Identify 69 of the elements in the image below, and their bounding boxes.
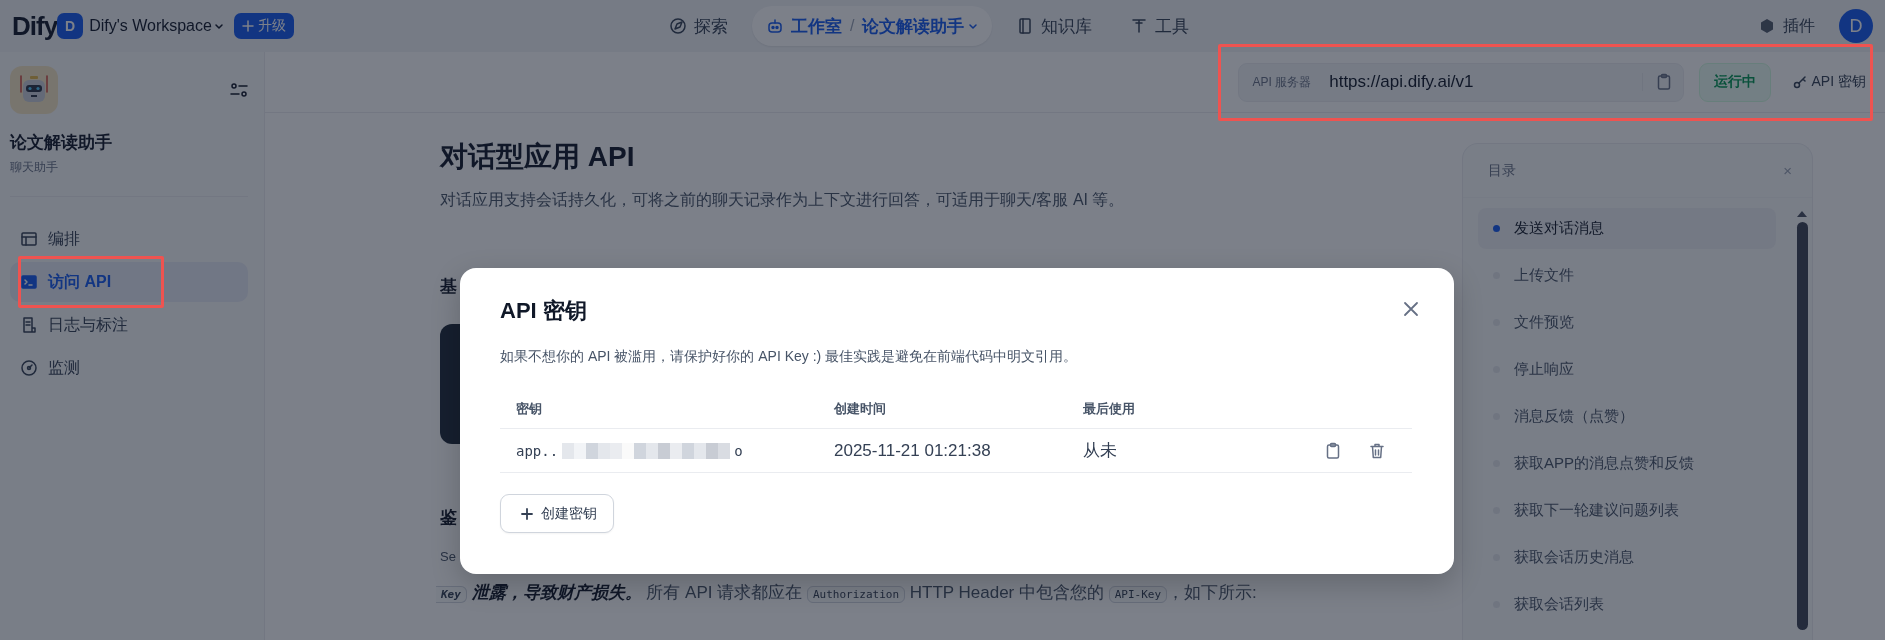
- status-badge: 运行中: [1698, 62, 1771, 102]
- toc-item[interactable]: 获取会话列表: [1478, 584, 1776, 625]
- sidebar-item[interactable]: 监测: [10, 348, 248, 388]
- document-icon: [20, 316, 38, 334]
- column-header: 最后使用: [1067, 386, 1412, 429]
- logo: Dify: [12, 10, 58, 42]
- settings-icon[interactable]: [230, 82, 248, 98]
- modal-description: 如果不想你的 API 被滥用，请保护好你的 API Key :) 最佳实践是避免在前端代码中明文引用。: [500, 348, 1079, 366]
- close-button[interactable]: [1402, 300, 1420, 318]
- field-value: https://api.dify.ai/v1: [1329, 72, 1475, 92]
- toc-item[interactable]: 文件预览: [1478, 302, 1776, 343]
- breadcrumb-separator: /: [850, 17, 855, 35]
- workspace-switcher[interactable]: Dify's Workspace: [89, 17, 224, 35]
- sidebar-item[interactable]: 访问 API: [10, 262, 248, 302]
- copy-icon[interactable]: [1324, 441, 1342, 460]
- robot-avatar-icon: [10, 66, 58, 114]
- toc-item[interactable]: 获取会话历史消息: [1478, 537, 1776, 578]
- toc-title: 目录: [1488, 161, 1516, 180]
- create-key-button[interactable]: 创建密钥: [500, 494, 614, 533]
- page-title: 对话型应用 API: [440, 140, 636, 174]
- upgrade-button[interactable]: 升级: [233, 13, 294, 39]
- key-text: app..: [516, 442, 559, 459]
- plus-icon: [521, 507, 533, 520]
- layout-icon: [20, 230, 38, 248]
- nav-tab[interactable]: 工具: [1116, 6, 1204, 46]
- terminal-icon: [20, 273, 38, 291]
- app-name: 论文解读助手: [10, 132, 113, 154]
- api-server-field[interactable]: API 服务器 https://api.dify.ai/v1: [1237, 62, 1684, 102]
- api-key-button[interactable]: API 密钥: [1792, 73, 1866, 91]
- scrollbar-thumb[interactable]: [1796, 222, 1808, 630]
- toc-item[interactable]: 发送对话消息: [1478, 208, 1776, 249]
- close-icon: [1402, 300, 1420, 318]
- toc-item[interactable]: 停止响应: [1478, 349, 1776, 390]
- plugins-button[interactable]: 插件: [1753, 14, 1821, 38]
- key-text: o: [734, 442, 743, 459]
- toc-item[interactable]: 获取下一轮建议问题列表: [1478, 490, 1776, 531]
- key-icon: [1792, 75, 1807, 89]
- trash-icon[interactable]: [1368, 441, 1386, 460]
- cube-icon: [1759, 18, 1775, 34]
- gauge-icon: [20, 359, 38, 377]
- section-heading: 鉴: [440, 507, 458, 529]
- toc-item[interactable]: 消息反馈（点赞）: [1478, 396, 1776, 437]
- paragraph: Key 泄露，导致财产损失。 所有 API 请求都应在 Authorization HTTP Header 中包含您的 API-Key ，如下所示:: [436, 581, 1462, 604]
- compass-icon: [669, 17, 687, 35]
- caret-icon: [968, 21, 979, 31]
- app-type: 聊天助手: [10, 159, 59, 176]
- table-cell: 从未: [1067, 429, 1324, 473]
- app-breadcrumb[interactable]: 论文解读助手: [862, 14, 979, 38]
- caret-icon: [213, 21, 224, 31]
- nav-tab[interactable]: 探索: [655, 6, 742, 46]
- scroll-up-icon: [1796, 210, 1808, 218]
- user-avatar[interactable]: D: [1839, 9, 1873, 43]
- paragraph-fragment: Se: [440, 549, 457, 564]
- toc-item[interactable]: 上传文件: [1478, 255, 1776, 296]
- field-label: API 服务器: [1252, 73, 1312, 91]
- robot-icon: [766, 17, 784, 35]
- nav-tab[interactable]: 工作室: [766, 14, 842, 38]
- sidebar-item[interactable]: 日志与标注: [10, 305, 248, 345]
- sidebar-item[interactable]: 编排: [10, 219, 248, 259]
- column-header: 创建时间: [818, 386, 1067, 429]
- workspace-avatar: D: [57, 13, 84, 39]
- close-button[interactable]: ×: [1783, 162, 1792, 179]
- page-description: 对话应用支持会话持久化，可将之前的聊天记录作为上下文进行回答，可适用于聊天/客服 AI 等。: [440, 190, 1126, 210]
- table-cell: 2025-11-21 01:21:38: [818, 429, 1067, 473]
- nav-tab[interactable]: 知识库: [1002, 6, 1107, 46]
- column-header: 密钥: [500, 386, 818, 429]
- modal-title: API 密钥: [500, 297, 587, 325]
- toc-item[interactable]: 获取APP的消息点赞和反馈: [1478, 443, 1776, 484]
- section-heading: 基: [440, 276, 458, 298]
